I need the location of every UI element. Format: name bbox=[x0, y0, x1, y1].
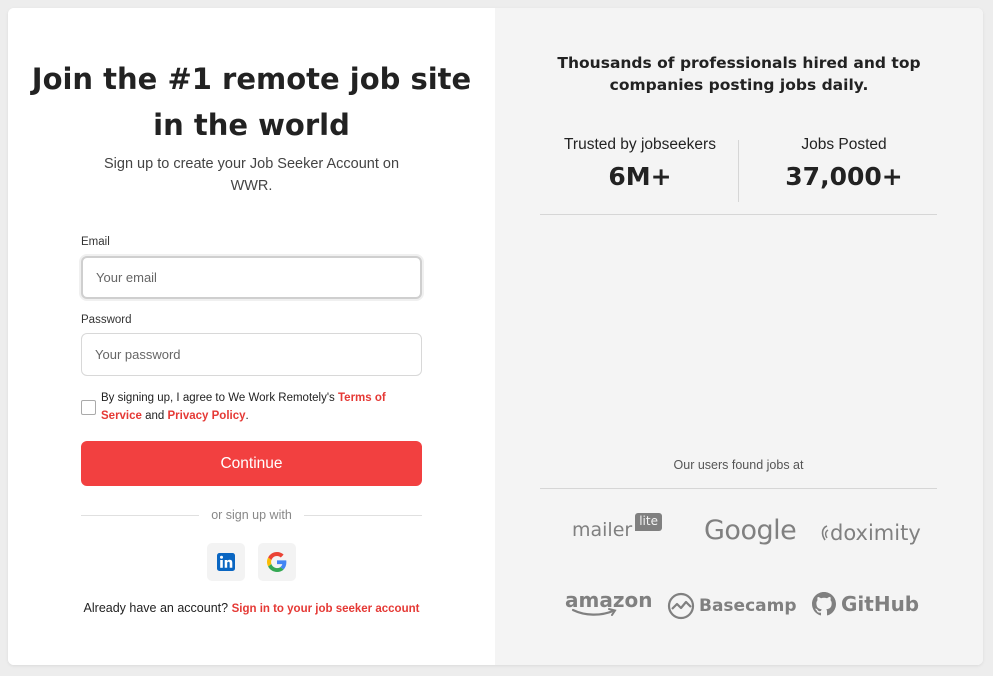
google-signup-button[interactable] bbox=[258, 543, 296, 581]
email-field[interactable] bbox=[81, 256, 422, 299]
amazon-smile-icon bbox=[571, 608, 617, 616]
google-text: Google bbox=[704, 515, 797, 546]
terms-suffix: . bbox=[245, 410, 249, 422]
linkedin-icon bbox=[217, 553, 235, 571]
page-title: Join the #1 remote job site in the world bbox=[31, 62, 472, 142]
stat-label: Jobs Posted bbox=[801, 136, 887, 153]
social-divider: or sign up with bbox=[81, 508, 422, 524]
terms-checkbox[interactable] bbox=[81, 400, 96, 415]
stat-label: Trusted by jobseekers bbox=[564, 136, 716, 153]
github-icon bbox=[812, 592, 836, 616]
doximity-logo: doximity bbox=[819, 521, 921, 545]
doximity-mark-icon bbox=[821, 525, 829, 541]
stat-value: 37,000+ bbox=[785, 162, 903, 191]
found-jobs-caption: Our users found jobs at bbox=[673, 458, 804, 472]
basecamp-logo: Basecamp bbox=[667, 592, 797, 620]
signin-link[interactable]: Sign in to your job seeker account bbox=[232, 603, 420, 615]
already-text: Already have an account? bbox=[83, 601, 232, 615]
mailer-text: mailer bbox=[572, 519, 633, 541]
continue-button[interactable]: Continue bbox=[81, 441, 422, 486]
logos-divider bbox=[540, 488, 937, 489]
github-text: GitHub bbox=[841, 592, 920, 616]
terms-text: By signing up, I agree to We Work Remote… bbox=[101, 389, 411, 425]
page-subtitle: Sign up to create your Job Seeker Accoun… bbox=[103, 156, 400, 194]
proof-heading: Thousands of professionals hired and top… bbox=[557, 54, 921, 94]
stat-divider bbox=[738, 140, 739, 202]
password-label: Password bbox=[81, 314, 132, 326]
mailerlite-logo: mailer lite bbox=[572, 513, 662, 541]
email-label: Email bbox=[81, 236, 110, 248]
linkedin-signup-button[interactable] bbox=[207, 543, 245, 581]
social-proof-panel: Thousands of professionals hired and top… bbox=[495, 8, 983, 665]
signin-prompt: Already have an account? Sign in to your… bbox=[28, 601, 475, 615]
terms-prefix: By signing up, I agree to We Work Remote… bbox=[101, 392, 338, 404]
doximity-text: doximity bbox=[830, 521, 921, 545]
signup-card: Join the #1 remote job site in the world… bbox=[8, 8, 983, 665]
google-icon bbox=[267, 552, 287, 572]
github-logo: GitHub bbox=[812, 592, 919, 616]
password-field[interactable] bbox=[81, 333, 422, 376]
lite-badge: lite bbox=[635, 513, 662, 531]
privacy-policy-link[interactable]: Privacy Policy bbox=[168, 410, 246, 422]
stat-jobs-posted: Jobs Posted 37,000+ bbox=[745, 136, 943, 191]
basecamp-text: Basecamp bbox=[699, 596, 797, 616]
stat-jobseekers: Trusted by jobseekers 6M+ bbox=[541, 136, 739, 191]
basecamp-icon bbox=[667, 592, 695, 620]
terms-and: and bbox=[141, 410, 168, 422]
divider-line-right bbox=[304, 515, 422, 516]
google-logo: Google bbox=[704, 515, 797, 546]
amazon-logo: amazon bbox=[565, 590, 652, 617]
signup-form-panel: Join the #1 remote job site in the world… bbox=[8, 8, 495, 665]
amazon-text: amazon bbox=[565, 588, 653, 612]
stats-divider bbox=[540, 214, 937, 215]
stat-value: 6M+ bbox=[608, 162, 672, 191]
